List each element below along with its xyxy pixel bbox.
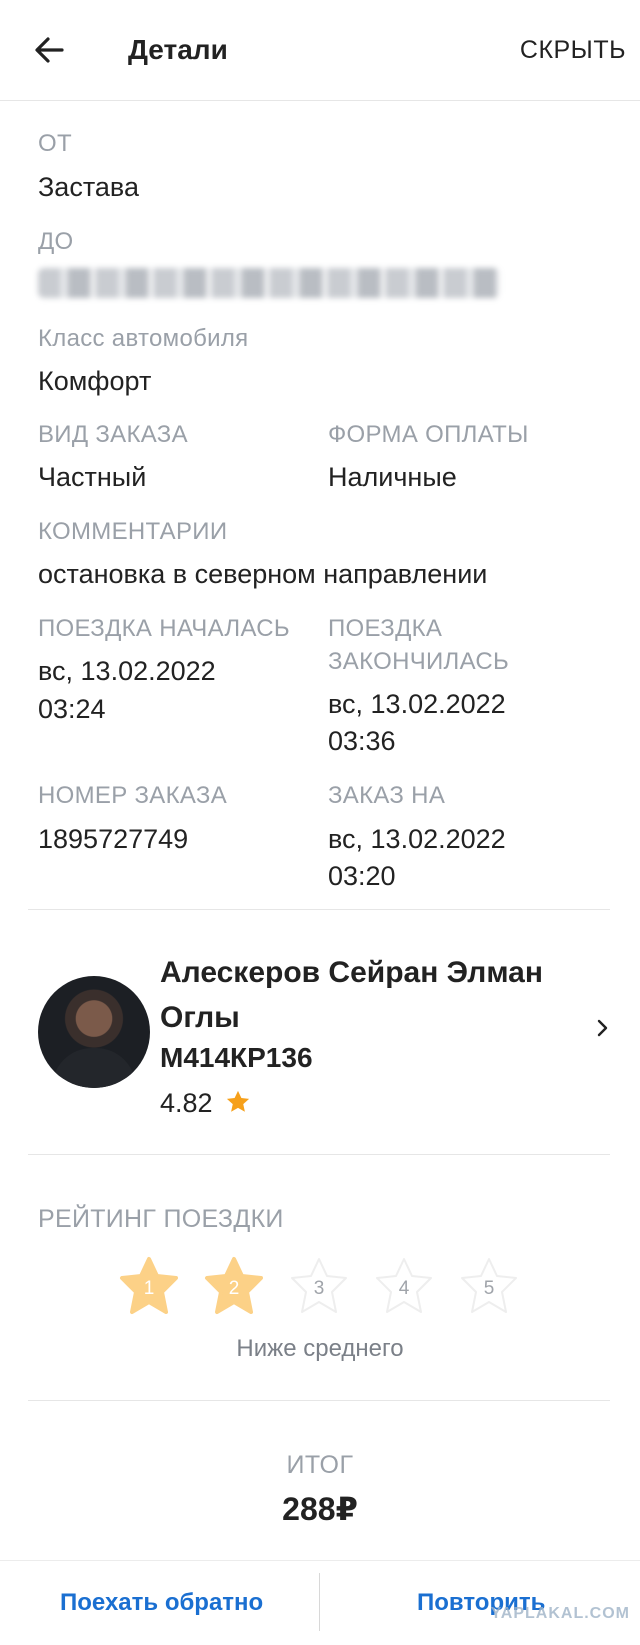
rating-star-label: 1 bbox=[143, 1278, 155, 1299]
order-for-time: 03:20 bbox=[328, 861, 396, 891]
chevron-right-icon[interactable] bbox=[592, 1018, 612, 1038]
order-for-label: ЗАКАЗ НА bbox=[328, 782, 446, 809]
driver-rating: 4.82 bbox=[160, 1088, 252, 1119]
footer-divider bbox=[319, 1573, 320, 1631]
rating-star-1[interactable]: 1 bbox=[117, 1255, 181, 1319]
divider bbox=[28, 1154, 610, 1155]
comments-label: КОММЕНТАРИИ bbox=[38, 518, 228, 545]
driver-card[interactable]: Алескеров Сейран Элман Оглы М414КР136 4.… bbox=[0, 910, 640, 1150]
trip-started-label: ПОЕЗДКА НАЧАЛАСЬ bbox=[38, 615, 290, 642]
driver-avatar bbox=[38, 976, 150, 1088]
rating-star-label: 2 bbox=[228, 1278, 240, 1299]
rating-star-label: 5 bbox=[483, 1278, 495, 1299]
total-label: ИТОГ bbox=[286, 1451, 354, 1479]
from-label: ОТ bbox=[38, 130, 72, 157]
to-value-redacted bbox=[38, 268, 500, 298]
rating-star-label: 3 bbox=[313, 1278, 325, 1299]
order-number-value: 1895727749 bbox=[38, 824, 189, 854]
driver-name: Алескеров Сейран Элман Оглы bbox=[160, 956, 543, 1034]
rating-star-2[interactable]: 2 bbox=[202, 1255, 266, 1319]
hide-button[interactable]: СКРЫТЬ bbox=[520, 36, 626, 65]
divider bbox=[28, 1400, 610, 1401]
license-plate: М414КР136 bbox=[160, 1042, 313, 1073]
order-type-label: ВИД ЗАКАЗА bbox=[38, 421, 188, 448]
trip-rating-label: РЕЙТИНГ ПОЕЗДКИ bbox=[38, 1205, 284, 1233]
watermark: YAPLAKAL.COM bbox=[490, 1605, 630, 1622]
order-for-date: вс, 13.02.2022 bbox=[328, 824, 506, 854]
rating-star-label: 4 bbox=[398, 1278, 410, 1299]
car-class-label: Класс автомобиля bbox=[38, 325, 249, 352]
trip-ended-date: вс, 13.02.2022 bbox=[328, 689, 506, 719]
trip-ended-label-2: ЗАКОНЧИЛАСЬ bbox=[328, 648, 510, 675]
car-class-value: Комфорт bbox=[38, 366, 152, 396]
order-number-label: НОМЕР ЗАКАЗА bbox=[38, 782, 228, 809]
go-back-button[interactable]: Поехать обратно bbox=[60, 1589, 263, 1617]
rating-star-3[interactable]: 3 bbox=[287, 1255, 351, 1319]
payment-value: Наличные bbox=[328, 462, 457, 492]
to-label: ДО bbox=[38, 228, 74, 255]
order-type-value: Частный bbox=[38, 462, 147, 492]
rating-star-5[interactable]: 5 bbox=[457, 1255, 521, 1319]
trip-rating-stars: 1 2 3 4 5 bbox=[0, 1255, 640, 1325]
back-arrow-icon[interactable] bbox=[28, 28, 72, 72]
star-icon bbox=[226, 1090, 250, 1112]
rating-caption: Ниже среднего bbox=[236, 1335, 404, 1362]
comments-value: остановка в северном направлении bbox=[38, 559, 488, 589]
driver-rating-value: 4.82 bbox=[160, 1088, 213, 1118]
rating-star-4[interactable]: 4 bbox=[372, 1255, 436, 1319]
page-title: Детали bbox=[128, 34, 228, 65]
trip-ended-label: ПОЕЗДКА bbox=[328, 615, 443, 642]
trip-started-time: 03:24 bbox=[38, 694, 106, 724]
footer-actions: Поехать обратно Повторить YAPLAKAL.COM bbox=[0, 1560, 640, 1645]
total-value: 288₽ bbox=[282, 1491, 358, 1527]
app-header: Детали СКРЫТЬ bbox=[0, 0, 640, 101]
from-value: Застава bbox=[38, 172, 139, 202]
trip-started-date: вс, 13.02.2022 bbox=[38, 656, 216, 686]
trip-ended-time: 03:36 bbox=[328, 726, 396, 756]
payment-label: ФОРМА ОПЛАТЫ bbox=[328, 421, 529, 448]
